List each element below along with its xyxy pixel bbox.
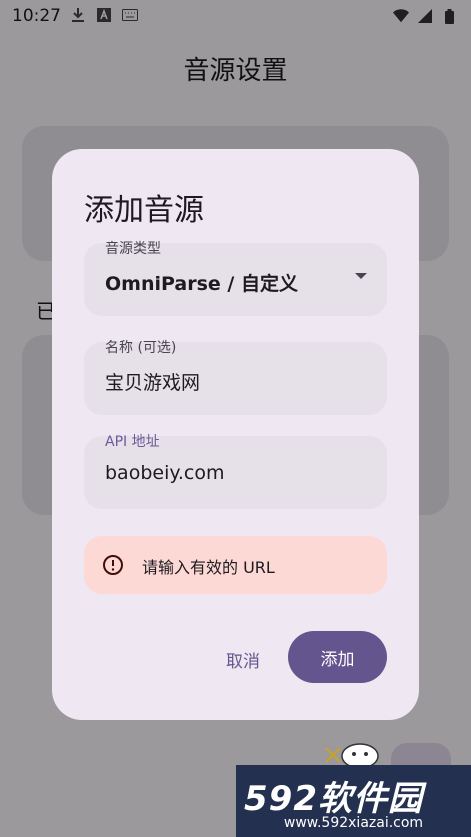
watermark-brand: 592软件园 — [244, 779, 423, 819]
add-source-dialog: 添加音源 音源类型 OmniParse / 自定义 名称 (可选) 宝贝游戏网 … — [52, 149, 419, 720]
name-label: 名称 (可选) — [105, 340, 177, 356]
api-url-input[interactable]: API 地址 baobeiy.com — [84, 434, 387, 509]
source-type-label: 音源类型 — [105, 241, 161, 257]
add-button[interactable]: 添加 — [288, 631, 387, 683]
api-url-label: API 地址 — [105, 434, 160, 450]
cancel-button[interactable]: 取消 — [202, 639, 284, 679]
error-message-box: 请输入有效的 URL — [84, 536, 387, 594]
source-type-dropdown[interactable]: 音源类型 OmniParse / 自定义 — [84, 241, 387, 316]
watermark-url: www.592xiazai.com — [283, 815, 424, 831]
api-url-value: baobeiy.com — [105, 462, 225, 484]
dropdown-arrow-icon[interactable] — [355, 273, 367, 279]
name-input[interactable]: 名称 (可选) 宝贝游戏网 — [84, 340, 387, 415]
source-type-value: OmniParse / 自定义 — [105, 273, 298, 295]
error-message-text: 请输入有效的 URL — [142, 558, 275, 577]
error-circle-icon — [102, 554, 124, 576]
dialog-title: 添加音源 — [84, 193, 204, 228]
name-value: 宝贝游戏网 — [105, 372, 201, 394]
site-watermark: 592软件园 www.592xiazai.com — [236, 765, 471, 837]
mascot-logo-icon — [325, 743, 379, 768]
